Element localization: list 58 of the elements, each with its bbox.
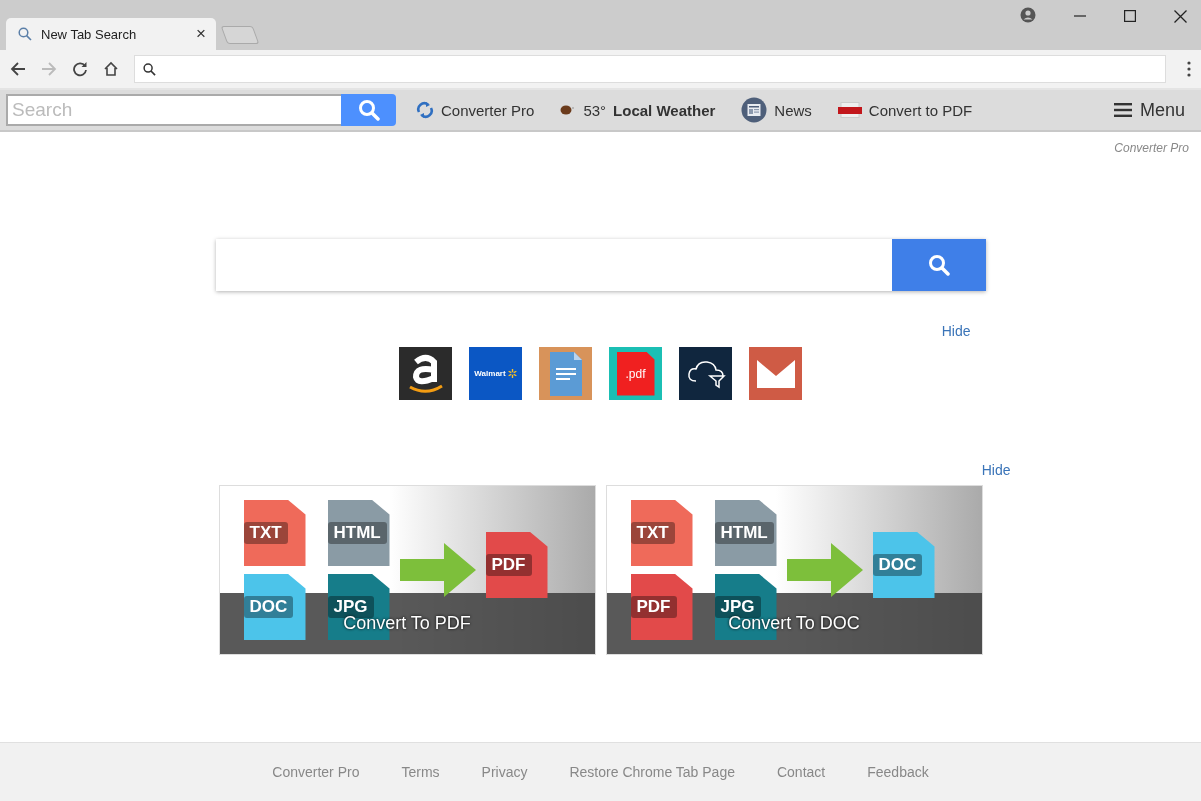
more-menu-icon[interactable] — [1187, 61, 1191, 77]
menu-button[interactable]: Menu — [1107, 98, 1191, 122]
search-button[interactable] — [341, 94, 396, 126]
home-icon[interactable] — [103, 61, 119, 77]
file-icon: PDF — [630, 574, 693, 640]
menu-icon — [1113, 103, 1132, 117]
search-field[interactable]: Search — [6, 94, 341, 126]
file-icon: PDF — [485, 532, 548, 598]
search-icon — [927, 254, 950, 276]
conversion-card[interactable]: TXT HTML DOC JPG PDF Convert To PDF — [218, 485, 596, 655]
cloud-filter-icon — [685, 358, 726, 389]
pdf-document-icon: .pdf — [616, 351, 655, 396]
browser-tab[interactable]: New Tab Search × — [6, 18, 216, 50]
main-search-field[interactable] — [215, 239, 986, 291]
search-icon — [143, 62, 156, 76]
quick-link-tile[interactable] — [749, 347, 802, 400]
temperature-text[interactable]: 53° — [583, 101, 607, 119]
file-icon: HTML — [714, 500, 777, 566]
file-icon: DOC — [243, 574, 306, 640]
conversion-card[interactable]: TXT HTML PDF JPG DOC Convert To DOC — [605, 485, 983, 655]
toolbar-link[interactable]: Convert to PDF — [868, 101, 973, 119]
pdf-file-icon — [837, 102, 862, 118]
weather-icon — [560, 104, 577, 116]
maximize-icon[interactable] — [1124, 10, 1136, 22]
toolbar-link[interactable]: News — [774, 101, 812, 119]
spark-icon — [507, 369, 517, 378]
document-icon — [549, 351, 582, 396]
reload-icon[interactable] — [72, 61, 88, 77]
envelope-icon — [756, 359, 795, 388]
toolbar-link[interactable]: Converter Pro — [441, 101, 535, 119]
card-caption: Convert To DOC — [728, 613, 860, 634]
quick-link-tile[interactable]: Walmart — [469, 347, 522, 400]
back-icon[interactable] — [10, 61, 26, 77]
card-caption: Convert To PDF — [343, 613, 471, 634]
search-icon — [18, 27, 32, 41]
brand-text: Converter Pro — [1114, 141, 1189, 155]
toolbar-link[interactable]: Local Weather — [613, 101, 716, 119]
arrow-icon — [786, 543, 863, 597]
newspaper-icon — [741, 97, 768, 123]
file-icon: TXT — [243, 500, 306, 566]
quick-link-tile[interactable] — [679, 347, 732, 400]
file-icon: DOC — [872, 532, 935, 598]
hide-link[interactable]: Hide — [981, 462, 1011, 478]
quick-link-tile[interactable]: .pdf — [609, 347, 662, 400]
tab-title: New Tab Search — [41, 26, 138, 42]
search-button[interactable] — [891, 239, 986, 291]
tab-close-button[interactable]: × — [196, 24, 206, 44]
sync-arrows-icon — [416, 101, 434, 119]
close-icon[interactable] — [1174, 10, 1187, 23]
quick-link-tile[interactable] — [399, 347, 452, 400]
arrow-icon — [399, 543, 476, 597]
file-icon: HTML — [327, 500, 390, 566]
quick-link-tile[interactable] — [539, 347, 592, 400]
profile-icon[interactable] — [1020, 7, 1036, 23]
hide-link[interactable]: Hide — [941, 323, 971, 339]
file-icon: TXT — [630, 500, 693, 566]
search-icon — [357, 99, 380, 121]
walmart-text: Walmart — [474, 369, 506, 378]
